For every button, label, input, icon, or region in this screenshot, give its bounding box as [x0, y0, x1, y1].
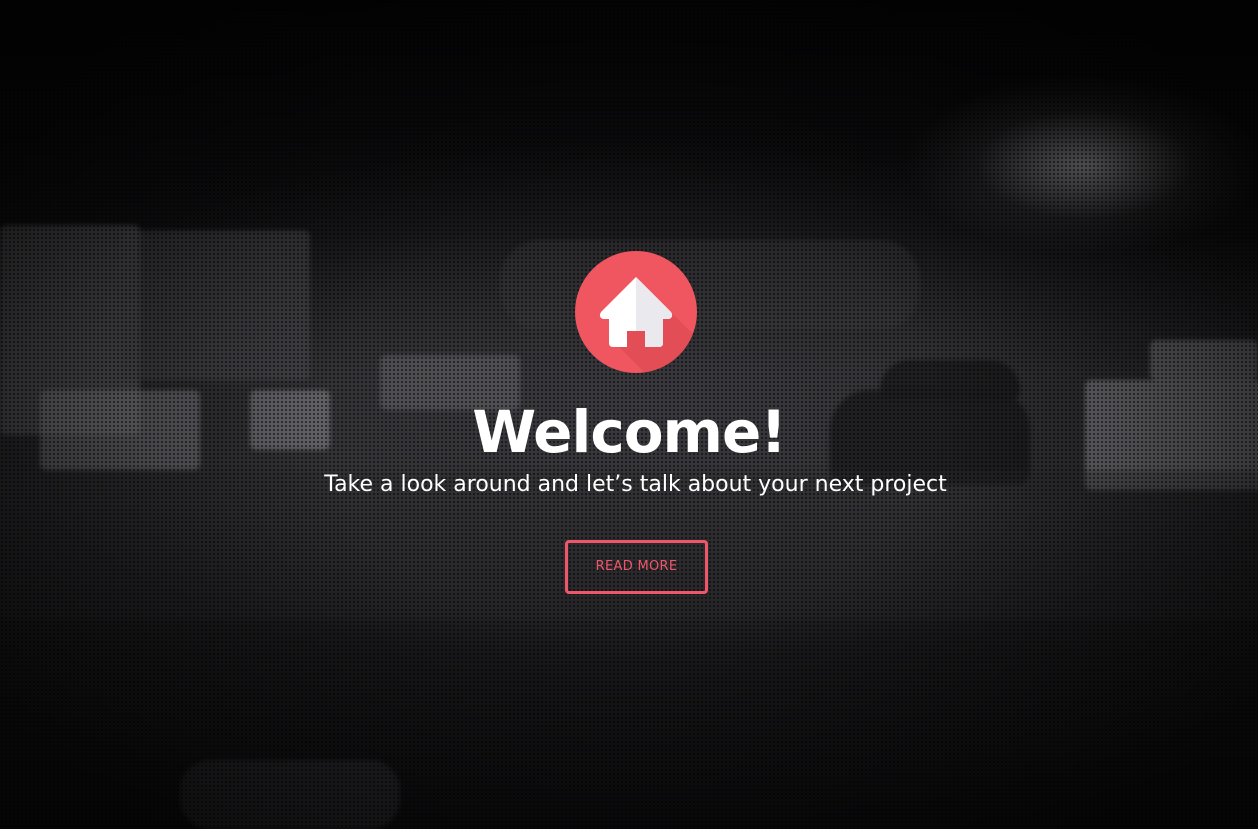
- hero-content: Welcome! Take a look around and let’s ta…: [0, 0, 1258, 829]
- read-more-button[interactable]: READ MORE: [565, 540, 708, 594]
- page-title: Welcome!: [472, 398, 787, 466]
- hero-section: Welcome! Take a look around and let’s ta…: [0, 0, 1258, 829]
- page-subtitle: Take a look around and let’s talk about …: [324, 472, 947, 497]
- home-icon: [575, 251, 697, 373]
